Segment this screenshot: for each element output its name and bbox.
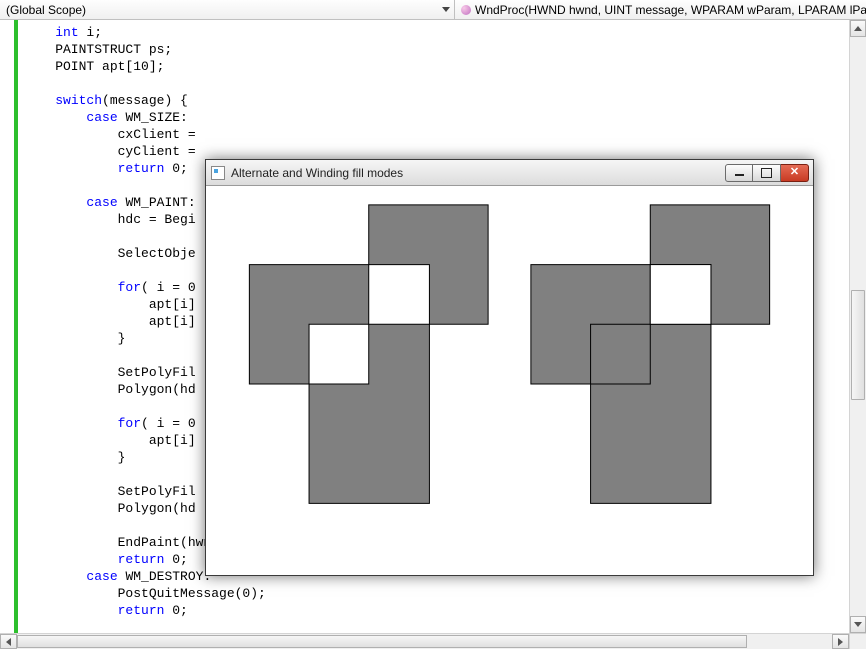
scroll-right-button[interactable] (832, 634, 849, 649)
window-buttons (725, 164, 809, 182)
window-titlebar[interactable]: Alternate and Winding fill modes (206, 160, 813, 186)
fill-mode-diagram (212, 186, 807, 569)
editor-gutter (0, 20, 24, 633)
scope-dropdown[interactable]: (Global Scope) (0, 0, 455, 19)
scroll-track[interactable] (17, 634, 832, 649)
maximize-button[interactable] (753, 164, 781, 182)
window-client-area (212, 186, 807, 569)
scroll-left-button[interactable] (0, 634, 17, 649)
scroll-thumb[interactable] (851, 290, 865, 400)
navigation-bar: (Global Scope) WndProc(HWND hwnd, UINT m… (0, 0, 866, 20)
minimize-button[interactable] (725, 164, 753, 182)
window-title: Alternate and Winding fill modes (231, 166, 725, 180)
app-icon (211, 166, 225, 180)
close-button[interactable] (781, 164, 809, 182)
chevron-down-icon (442, 7, 450, 12)
output-window[interactable]: Alternate and Winding fill modes (205, 159, 814, 576)
change-marker (14, 20, 18, 633)
method-icon (461, 5, 471, 15)
winding-polygon (531, 205, 770, 503)
scroll-thumb[interactable] (17, 635, 747, 648)
scroll-down-button[interactable] (850, 616, 866, 633)
member-dropdown[interactable]: WndProc(HWND hwnd, UINT message, WPARAM … (455, 0, 866, 19)
scrollbar-corner (849, 633, 866, 649)
winding-center-hole (650, 265, 711, 325)
horizontal-scrollbar[interactable] (0, 633, 849, 649)
member-label: WndProc(HWND hwnd, UINT message, WPARAM … (475, 3, 866, 17)
scope-label: (Global Scope) (6, 3, 86, 17)
alternate-polygon (249, 205, 488, 503)
scroll-up-button[interactable] (850, 20, 866, 37)
vertical-scrollbar[interactable] (849, 20, 866, 633)
